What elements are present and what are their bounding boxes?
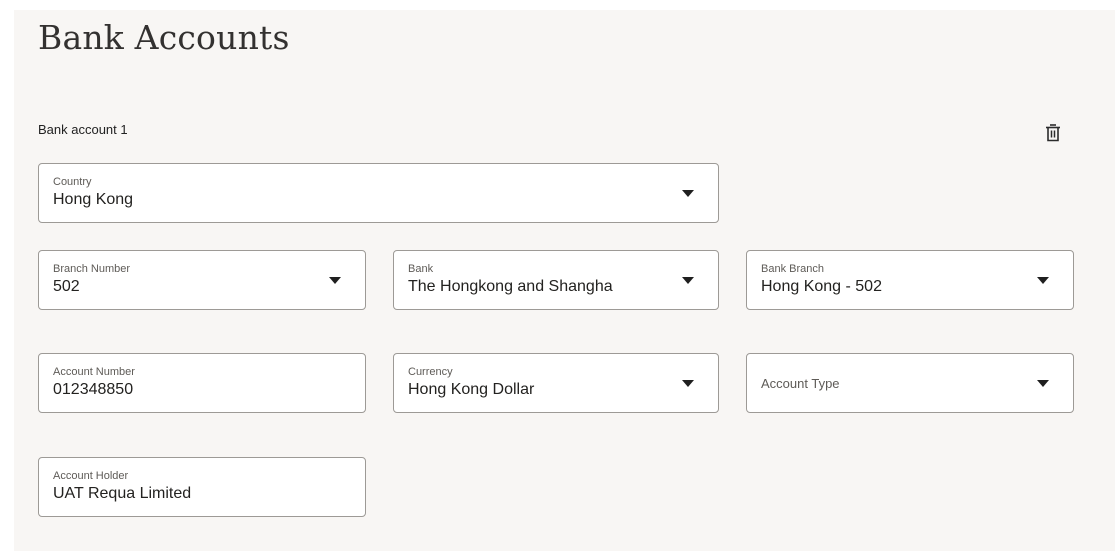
caret-down-icon	[329, 277, 341, 284]
bank-account-section-label: Bank account 1	[38, 122, 128, 137]
country-value: Hong Kong	[53, 191, 134, 208]
account-holder-value: UAT Requa Limited	[53, 485, 192, 502]
branch-number-select[interactable]: Branch Number 502	[38, 250, 366, 310]
currency-label: Currency	[408, 366, 453, 378]
bank-branch-value: Hong Kong - 502	[761, 278, 882, 295]
bank-label: Bank	[408, 263, 434, 275]
trash-icon	[1046, 124, 1060, 142]
caret-down-icon	[682, 190, 694, 197]
caret-down-icon	[1037, 380, 1049, 387]
caret-down-icon	[1037, 277, 1049, 284]
caret-down-icon	[682, 380, 694, 387]
branch-number-value: 502	[53, 278, 80, 295]
bank-select[interactable]: Bank The Hongkong and Shangha	[393, 250, 719, 310]
account-type-placeholder: Account Type	[761, 376, 840, 391]
currency-value: Hong Kong Dollar	[408, 381, 535, 398]
caret-down-icon	[682, 277, 694, 284]
country-select[interactable]: Country Hong Kong	[38, 163, 719, 223]
country-label: Country	[53, 176, 92, 188]
currency-select[interactable]: Currency Hong Kong Dollar	[393, 353, 719, 413]
account-number-input[interactable]: Account Number 012348850	[38, 353, 366, 413]
account-holder-input[interactable]: Account Holder UAT Requa Limited	[38, 457, 366, 517]
bank-value: The Hongkong and Shangha	[408, 278, 613, 295]
account-type-select[interactable]: Account Type	[746, 353, 1074, 413]
delete-bank-account-button[interactable]	[1041, 121, 1065, 145]
branch-number-label: Branch Number	[53, 263, 131, 275]
bank-branch-label: Bank Branch	[761, 263, 824, 275]
bank-branch-select[interactable]: Bank Branch Hong Kong - 502	[746, 250, 1074, 310]
account-number-label: Account Number	[53, 366, 135, 378]
account-number-value: 012348850	[53, 381, 134, 398]
account-holder-label: Account Holder	[53, 470, 129, 482]
page-title: Bank Accounts	[38, 18, 290, 57]
